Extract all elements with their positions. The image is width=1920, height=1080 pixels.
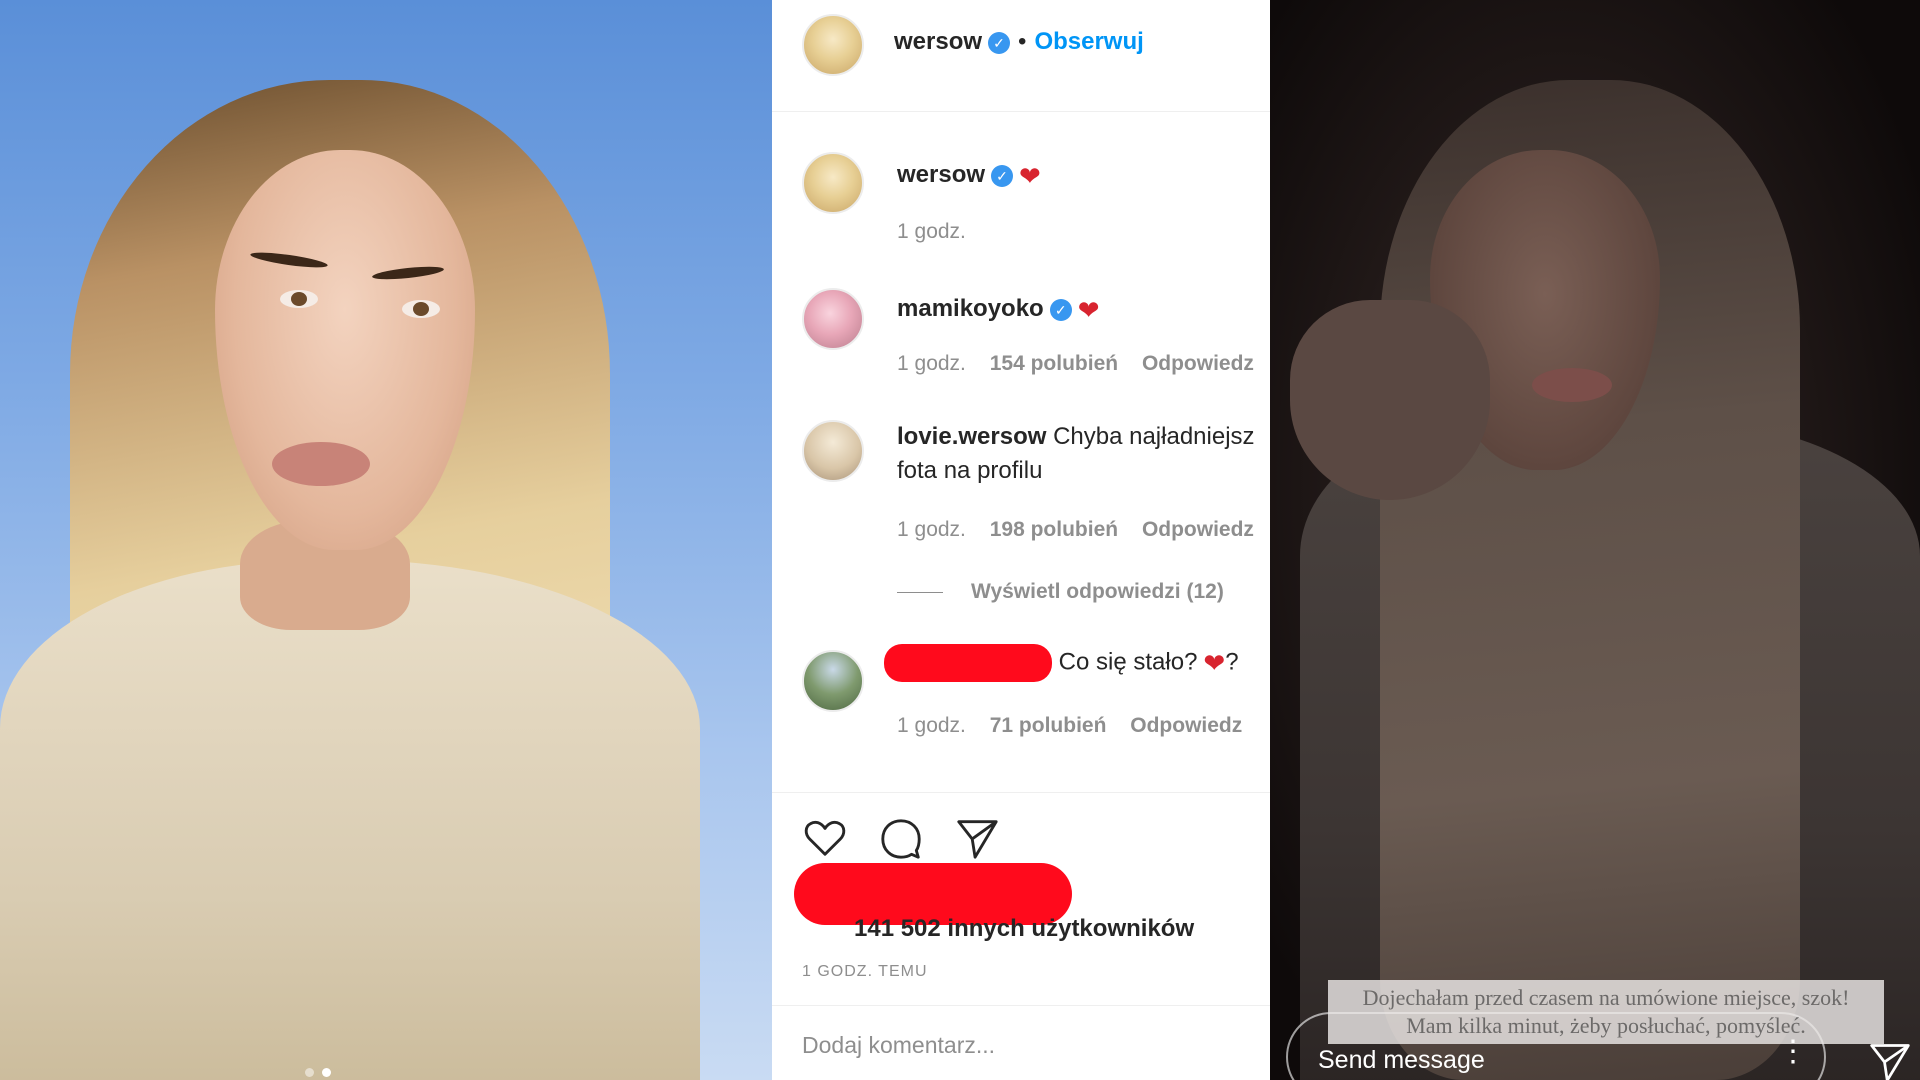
separator-dot: • (1018, 28, 1027, 55)
comment-body-line2: fota na profilu (897, 457, 1043, 484)
reply-button[interactable]: Odpowiedz (1130, 714, 1242, 737)
likes-count[interactable]: 141 502 innych użytkowników (854, 915, 1194, 943)
comment-username[interactable]: mamikoyoko (897, 295, 1044, 322)
story-hand (1290, 300, 1490, 500)
comment-likes[interactable]: 71 polubień (990, 714, 1107, 737)
carousel-dot-active[interactable] (322, 1068, 331, 1077)
comment-text: lovie.wersow Chyba najładniejsz fota na … (897, 420, 1255, 488)
post-photo[interactable] (0, 0, 772, 1080)
comment-text: mamikoyoko ✓ ❤ (897, 292, 1100, 327)
post-timestamp: 1 GODZ. TEMU (802, 963, 928, 980)
follow-button[interactable]: Obserwuj (1034, 28, 1143, 55)
comment-icon[interactable] (878, 815, 924, 861)
comment-body: Chyba najładniejsz (1053, 423, 1255, 450)
heart-emoji-icon: ❤ (1203, 648, 1226, 678)
photo-sweater (0, 560, 700, 1080)
heart-emoji-icon: ❤ (1077, 294, 1100, 325)
post-actions: 141 502 innych użytkowników 1 GODZ. TEMU (772, 792, 1270, 1080)
comment-likes[interactable]: 154 polubień (990, 352, 1118, 375)
avatar[interactable] (802, 420, 864, 482)
photo-eye-left (280, 290, 318, 308)
redacted-username (884, 644, 1052, 682)
post-username[interactable]: wersow (894, 28, 982, 55)
comment-text: Co się stało? ❤? (884, 644, 1239, 682)
reply-button[interactable]: Odpowiedz (1142, 352, 1254, 375)
avatar[interactable] (802, 650, 864, 712)
share-icon[interactable] (954, 815, 1000, 861)
story-lips (1532, 368, 1612, 402)
action-icons (802, 815, 1000, 861)
carousel-dots[interactable] (305, 1068, 331, 1077)
comment-meta: 1 godz. 198 polubień Odpowiedz (897, 518, 1270, 542)
add-comment-bar (772, 1005, 1270, 1080)
caption-meta: 1 godz. (897, 220, 984, 244)
heart-icon[interactable] (802, 815, 848, 861)
comment-time[interactable]: 1 godz. (897, 352, 966, 375)
caption-time[interactable]: 1 godz. (897, 220, 966, 243)
send-icon[interactable] (1868, 1040, 1912, 1080)
comment-username[interactable]: lovie.wersow (897, 423, 1046, 450)
story-caption-line: Dojechałam przed czasem na umówione miej… (1362, 985, 1850, 1010)
verified-badge-icon: ✓ (988, 31, 1011, 54)
comment-input[interactable] (802, 1032, 1202, 1059)
post-header-line: wersow ✓ • Obserwuj (894, 28, 1144, 56)
comment-body: Co się stało? (1058, 648, 1198, 676)
photo-eye-right (402, 300, 440, 318)
view-replies-button[interactable]: Wyświetl odpowiedzi (12) (897, 580, 1224, 604)
heart-emoji-icon: ❤ (1019, 160, 1041, 191)
post-header: wersow ✓ • Obserwuj (772, 0, 1270, 112)
avatar[interactable] (802, 152, 864, 214)
comment-meta: 1 godz. 154 polubień Odpowiedz (897, 352, 1270, 376)
story-view[interactable]: Send message Dojechałam przed czasem na … (1270, 0, 1920, 1080)
comment-suffix: ? (1225, 648, 1239, 676)
reply-button[interactable]: Odpowiedz (1142, 518, 1254, 541)
instagram-post-panel: wersow ✓ • Obserwuj wersow ✓ ❤ 1 godz. mamiko… (772, 0, 1270, 1080)
avatar[interactable] (802, 288, 864, 350)
caption-text: wersow ✓ ❤ (897, 158, 1041, 193)
comment-meta: 1 godz. 71 polubień Odpowiedz (897, 714, 1260, 738)
carousel-dot[interactable] (305, 1068, 314, 1077)
send-message-label: Send message (1318, 1046, 1485, 1074)
photo-lips (272, 442, 370, 486)
avatar[interactable] (802, 14, 864, 76)
more-options-icon[interactable]: ⋮ (1778, 1034, 1808, 1069)
caption-username[interactable]: wersow (897, 161, 985, 188)
comment-time[interactable]: 1 godz. (897, 518, 966, 541)
comment-time[interactable]: 1 godz. (897, 714, 966, 737)
comment-likes[interactable]: 198 polubień (990, 518, 1118, 541)
verified-badge-icon: ✓ (991, 164, 1014, 187)
verified-badge-icon: ✓ (1049, 298, 1072, 321)
